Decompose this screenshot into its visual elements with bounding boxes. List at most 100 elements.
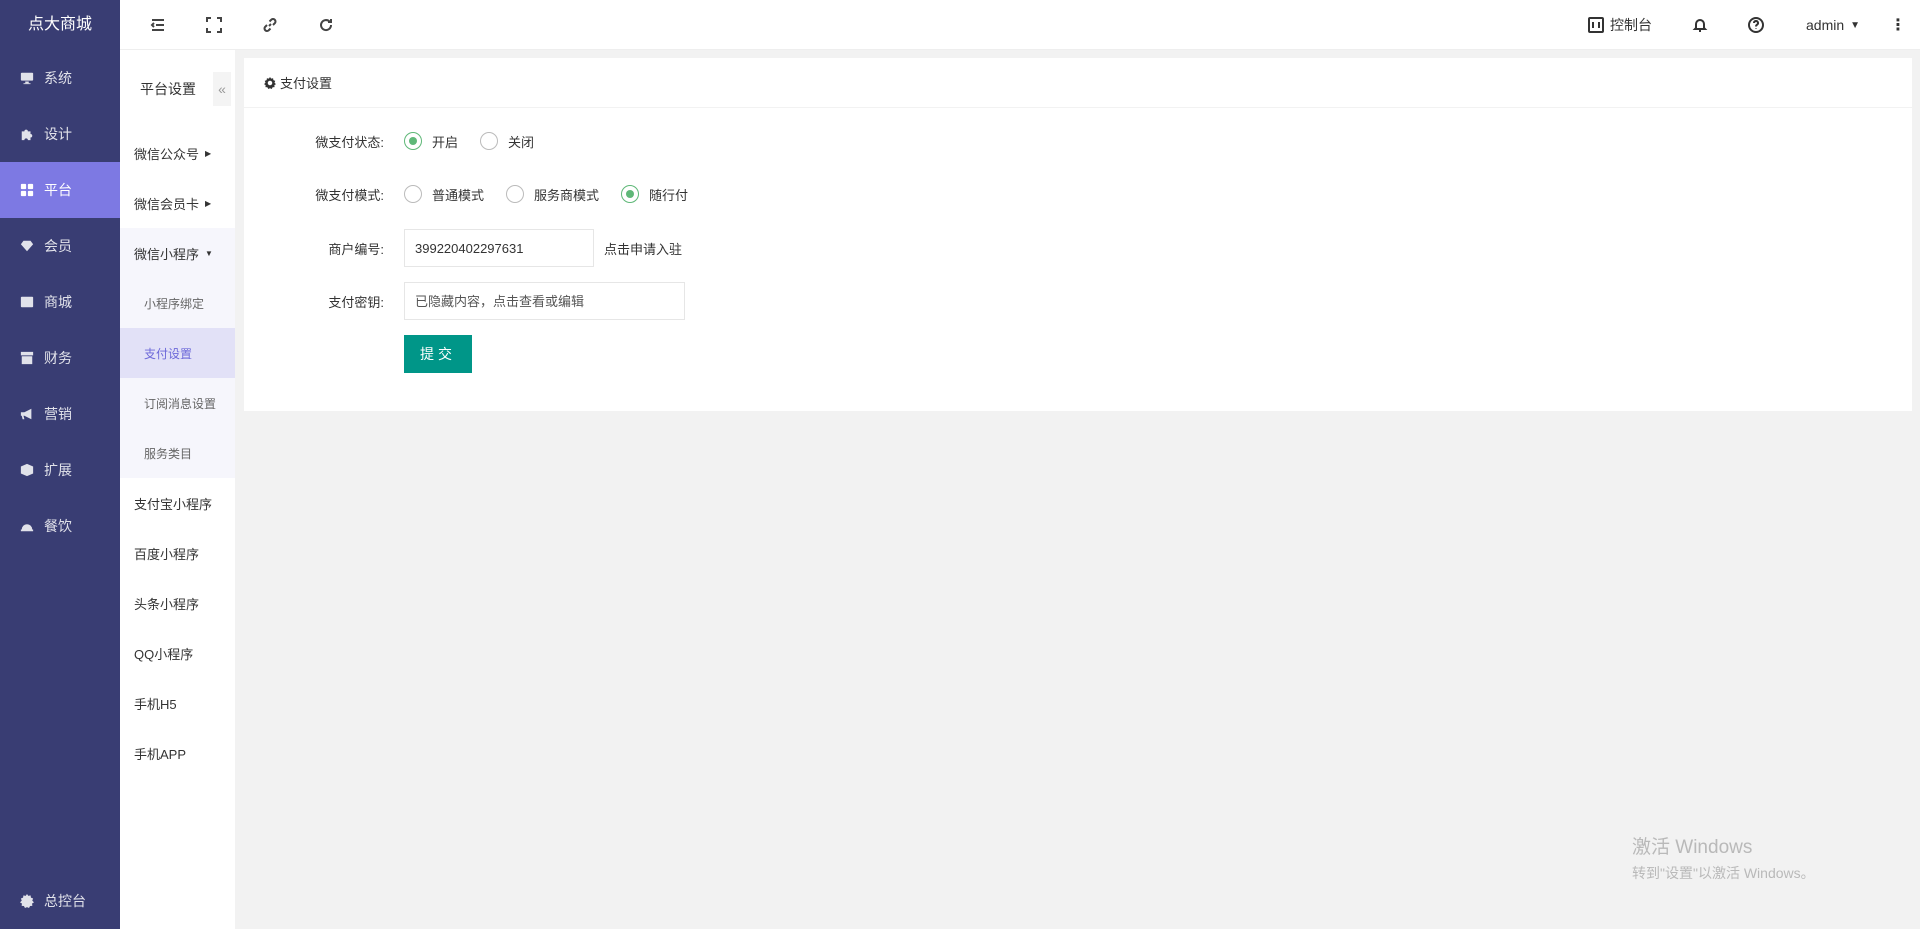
subnav-title-text: 平台设置 — [140, 81, 196, 97]
subnav-title: 平台设置 « — [120, 50, 235, 128]
sidebar-item-label: 平台 — [44, 182, 72, 198]
monitor-icon — [20, 71, 34, 85]
more-menu-button[interactable]: ⋮ — [1890, 0, 1906, 50]
radio-label: 关闭 — [508, 134, 535, 150]
watermark-line-1: 激活 Windows — [1632, 837, 1753, 858]
sidebar-item-catering[interactable]: 餐饮 — [0, 498, 120, 554]
help-button[interactable] — [1748, 0, 1764, 50]
cube-icon — [20, 463, 34, 477]
secondary-nav: 平台设置 « 微信公众号 ▶ 微信会员卡 ▶ 微信小程序 ▼ 小程序绑定 支付设… — [120, 50, 235, 929]
sidebar-item-label: 财务 — [44, 350, 72, 366]
subnav-group-h5[interactable]: 手机H5 — [120, 678, 235, 728]
status-label: 微支付状态: — [315, 134, 384, 150]
mode-radio-provider[interactable]: 服务商模式 — [506, 185, 599, 204]
console-label: 控制台 — [1610, 17, 1652, 33]
subnav-group-label: 微信会员卡 — [134, 196, 200, 212]
card-header: 支付设置 — [244, 58, 1912, 108]
submit-button[interactable]: 提交 — [404, 335, 472, 373]
notification-button[interactable] — [1692, 0, 1708, 50]
radio-circle — [621, 185, 640, 203]
cloche-icon — [20, 519, 34, 533]
subnav-group-qq[interactable]: QQ小程序 — [120, 628, 235, 678]
refresh-icon[interactable] — [316, 15, 336, 35]
caret-down-icon: ▼ — [1850, 19, 1861, 31]
sidebar-bottom-label: 总控台 — [44, 893, 86, 909]
subnav-group-alipay[interactable]: 支付宝小程序 — [120, 478, 235, 528]
radio-label: 随行付 — [649, 187, 689, 203]
sidebar-item-label: 设计 — [44, 126, 72, 142]
sidebar-item-system[interactable]: 系统 — [0, 50, 120, 106]
help-icon — [1748, 17, 1764, 33]
menu-fold-icon[interactable] — [148, 15, 168, 35]
sidebar-item-label: 餐饮 — [44, 518, 72, 534]
form-row-submit: 提交 — [244, 335, 472, 373]
secret-label: 支付密钥: — [328, 294, 384, 310]
subnav-item-service-category[interactable]: 服务类目 — [120, 428, 235, 478]
top-header: 控制台 admin ▼ ⋮ — [120, 0, 1920, 50]
more-vertical-icon: ⋮ — [1890, 17, 1906, 34]
subnav-group-label: 微信小程序 — [134, 246, 200, 262]
sidebar-item-label: 扩展 — [44, 462, 72, 478]
form-row-merchant: 商户编号: 点击申请入驻 — [244, 229, 682, 267]
subnav-open-group: 微信小程序 ▼ 小程序绑定 支付设置 订阅消息设置 服务类目 — [120, 228, 235, 478]
sidebar-item-label: 商城 — [44, 294, 72, 310]
sidebar-item-label: 会员 — [44, 238, 72, 254]
subnav-item-subscribe-message[interactable]: 订阅消息设置 — [120, 378, 235, 428]
sidebar-item-finance[interactable]: 财务 — [0, 330, 120, 386]
mail-icon — [20, 295, 34, 309]
radio-circle — [404, 132, 422, 150]
form-row-status: 微支付状态: 开启 关闭 — [244, 122, 556, 160]
subnav-group-baidu[interactable]: 百度小程序 — [120, 528, 235, 578]
status-radio-on[interactable]: 开启 — [404, 132, 458, 151]
fullscreen-icon[interactable] — [204, 15, 224, 35]
console-icon — [1588, 17, 1604, 33]
sidebar-item-shop[interactable]: 商城 — [0, 274, 120, 330]
subnav-item-payment-settings[interactable]: 支付设置 — [120, 328, 235, 378]
subnav-group-toutiao[interactable]: 头条小程序 — [120, 578, 235, 628]
radio-circle — [480, 132, 499, 150]
apply-merchant-link[interactable]: 点击申请入驻 — [604, 239, 682, 258]
secret-key-input[interactable] — [404, 282, 685, 320]
caret-right-icon: ▶ — [205, 198, 212, 208]
mode-radio-normal[interactable]: 普通模式 — [404, 185, 484, 204]
subnav-group-wechat-card[interactable]: 微信会员卡 ▶ — [120, 178, 235, 228]
collapse-subnav-button[interactable]: « — [213, 72, 231, 106]
link-icon[interactable] — [260, 15, 280, 35]
card-title: 支付设置 — [280, 76, 333, 91]
sidebar-item-dashboard[interactable]: 总控台 — [0, 873, 120, 929]
user-name: admin — [1806, 17, 1845, 33]
subnav-group-wechat-miniprogram[interactable]: 微信小程序 ▼ — [120, 228, 235, 278]
archive-icon — [20, 351, 34, 365]
caret-down-icon: ▼ — [205, 248, 213, 258]
subnav-item-miniprogram-binding[interactable]: 小程序绑定 — [120, 278, 235, 328]
radio-label: 开启 — [432, 134, 459, 150]
main-sidebar: 点大商城 系统 设计 平台 会员 商城 财务 营销 扩展 餐饮 总控台 — [0, 0, 120, 929]
radio-circle — [506, 185, 525, 203]
gear-icon — [20, 894, 34, 908]
radio-label: 服务商模式 — [534, 187, 600, 203]
subnav-group-label: 微信公众号 — [134, 146, 200, 162]
console-link[interactable]: 控制台 — [1588, 0, 1652, 50]
subnav-group-app[interactable]: 手机APP — [120, 728, 235, 778]
caret-right-icon: ▶ — [205, 148, 212, 158]
gear-icon — [264, 76, 276, 89]
app-logo[interactable]: 点大商城 — [0, 0, 120, 50]
subnav-group-wechat-official[interactable]: 微信公众号 ▶ — [120, 128, 235, 178]
watermark-line-2: 转到"设置"以激活 Windows。 — [1632, 865, 1815, 881]
sidebar-item-member[interactable]: 会员 — [0, 218, 120, 274]
radio-circle — [404, 185, 422, 203]
status-radio-off[interactable]: 关闭 — [480, 132, 534, 151]
sidebar-item-label: 系统 — [44, 70, 72, 86]
megaphone-icon — [20, 407, 34, 421]
sidebar-item-extension[interactable]: 扩展 — [0, 442, 120, 498]
bell-icon — [1692, 19, 1708, 32]
sidebar-item-platform[interactable]: 平台 — [0, 162, 120, 218]
windows-activation-watermark: 激活 Windows 转到"设置"以激活 Windows。 — [1632, 832, 1815, 883]
form-row-mode: 微支付模式: 普通模式 服务商模式 随行付 — [244, 175, 710, 213]
sidebar-item-label: 营销 — [44, 406, 72, 422]
sidebar-item-marketing[interactable]: 营销 — [0, 386, 120, 442]
mode-radio-suixingfu[interactable]: 随行付 — [621, 185, 688, 204]
user-menu[interactable]: admin ▼ — [1806, 0, 1860, 50]
merchant-id-input[interactable] — [404, 229, 594, 267]
sidebar-item-design[interactable]: 设计 — [0, 106, 120, 162]
